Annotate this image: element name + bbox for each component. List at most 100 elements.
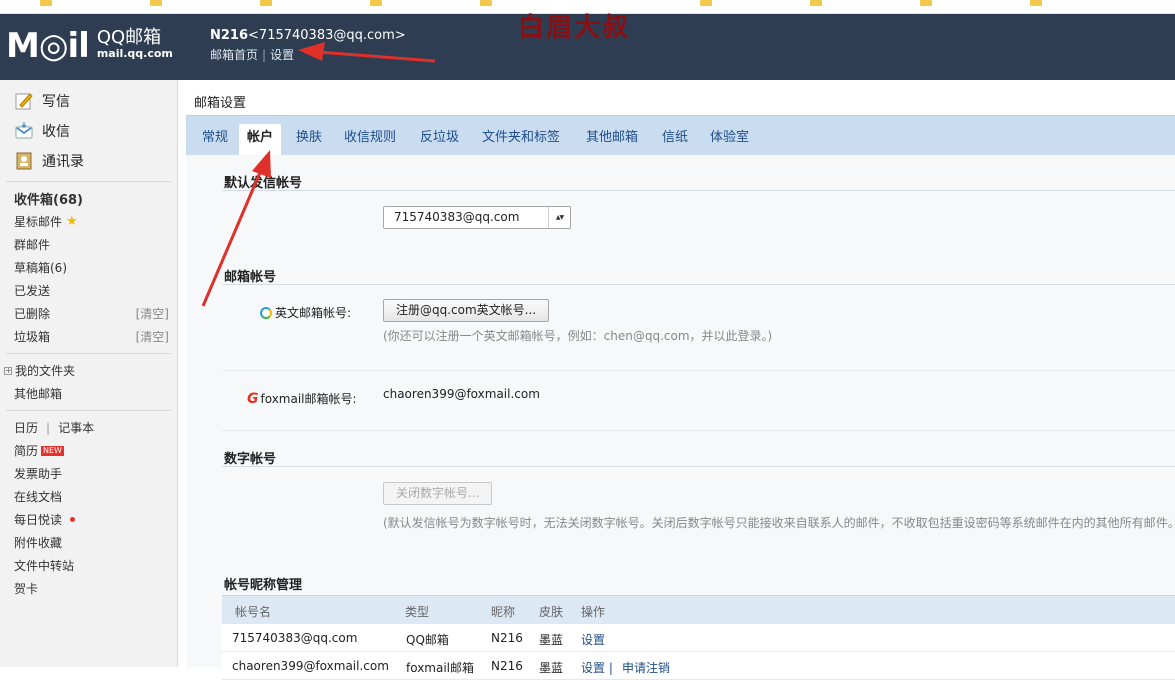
account-cell: 715740383@qq.com — [232, 631, 358, 645]
sidebar-item-label: 每日悦读 — [14, 513, 63, 527]
select-arrows-icon: ▲▼ — [548, 207, 570, 228]
compose-button[interactable]: 写信 — [0, 86, 177, 116]
sidebar-item-label: 草稿箱(6) — [14, 261, 67, 275]
bookmark-folder-icon[interactable] — [810, 0, 822, 6]
sidebar-item-calendar[interactable]: 日历 — [14, 419, 38, 436]
unread-dot-icon — [70, 517, 76, 522]
column-header-actions: 操作 — [581, 605, 606, 619]
bookmark-folder-icon[interactable] — [480, 0, 492, 6]
main-content: 邮箱设置 常规 帐户 换肤 收信规则 反垃圾 文件夹和标签 其他邮箱 信纸 体验… — [178, 80, 1175, 680]
sidebar-item-spam[interactable]: 垃圾箱 [清空] — [0, 325, 177, 348]
sidebar-item-label: 文件中转站 — [14, 559, 75, 573]
bookmark-folder-icon[interactable] — [40, 0, 52, 6]
nickname-cell: N216 — [491, 631, 523, 645]
tab-general[interactable]: 常规 — [194, 124, 236, 156]
sidebar-item-label: 已删除 — [14, 307, 51, 321]
nickname-table-header: 帐号名 类型 昵称 皮肤 操作 — [222, 595, 1175, 624]
bookmark-folder-icon[interactable] — [1030, 0, 1042, 6]
tab-skin[interactable]: 换肤 — [288, 124, 330, 156]
star-icon: ★ — [66, 214, 78, 229]
logo-mark: M◎il — [6, 26, 90, 66]
sidebar-item-file-transfer[interactable]: 文件中转站 — [0, 554, 177, 577]
sidebar-item-label: 附件收藏 — [14, 536, 63, 550]
sidebar-item-label: 在线文档 — [14, 490, 63, 504]
sidebar-item-other-mailboxes[interactable]: 其他邮箱 — [0, 382, 177, 405]
sidebar-item-attachments[interactable]: 附件收藏 — [0, 531, 177, 554]
tab-stationery[interactable]: 信纸 — [654, 124, 696, 156]
section-title-digital-account: 数字帐号 — [224, 452, 277, 467]
bookmark-folder-icon[interactable] — [260, 0, 272, 6]
compose-icon — [15, 93, 33, 110]
row-deregister-link[interactable]: 申请注销 — [622, 659, 670, 676]
qq-mail-logo[interactable]: M◎il QQ邮箱 mail.qq.com — [6, 28, 173, 64]
sidebar-item-drafts[interactable]: 草稿箱(6) — [0, 256, 177, 279]
sidebar-item-invoice[interactable]: 发票助手 — [0, 462, 177, 485]
type-cell: foxmail邮箱 — [406, 661, 475, 675]
settings-link[interactable]: 设置 — [270, 48, 294, 62]
sidebar-item-sent[interactable]: 已发送 — [0, 279, 177, 302]
column-header-type: 类型 — [405, 605, 430, 619]
sidebar: 写信 收信 通讯录 收件箱(68) 星标邮件 ★ 群邮件 草稿箱(6) 已发送 已… — [0, 80, 178, 667]
contacts-button[interactable]: 通讯录 — [0, 146, 177, 176]
sidebar-item-daily-reading[interactable]: 每日悦读 — [0, 508, 177, 531]
bookmark-folder-icon[interactable] — [920, 0, 932, 6]
receive-button[interactable]: 收信 — [0, 116, 177, 146]
divider — [222, 284, 1175, 285]
empty-spam-link[interactable]: [清空] — [136, 328, 169, 345]
sidebar-item-label: 其他邮箱 — [14, 387, 63, 401]
sidebar-item-my-folders[interactable]: + 我的文件夹 — [0, 359, 177, 382]
divider — [6, 410, 171, 411]
sidebar-item-notes[interactable]: 记事本 — [58, 419, 94, 436]
row-settings-link[interactable]: 设置 | — [581, 659, 613, 676]
sidebar-item-greeting-cards[interactable]: 贺卡 — [0, 577, 177, 600]
close-digital-account-button[interactable]: 关闭数字帐号... — [383, 482, 493, 505]
sidebar-item-starred[interactable]: 星标邮件 ★ — [0, 210, 177, 233]
compose-label: 写信 — [42, 94, 70, 110]
contacts-icon — [16, 152, 32, 170]
divider — [6, 353, 171, 354]
row-settings-link[interactable]: 设置 — [581, 631, 605, 648]
english-account-label-text: 英文邮箱帐号: — [275, 306, 352, 320]
user-nickname: N216 — [210, 28, 249, 43]
foxmail-logo-icon: G — [247, 390, 259, 407]
divider — [222, 370, 1175, 371]
default-sender-select[interactable]: 715740383@qq.com ▲▼ — [383, 206, 571, 229]
user-email: <715740383@qq.com> — [248, 28, 406, 43]
logo-url: mail.qq.com — [96, 47, 173, 60]
tab-other-mailboxes[interactable]: 其他邮箱 — [578, 124, 646, 156]
settings-tab-bar: 常规 帐户 换肤 收信规则 反垃圾 文件夹和标签 其他邮箱 信纸 体验室 — [186, 115, 1175, 156]
sidebar-item-resume[interactable]: 简历 NEW — [0, 439, 177, 462]
skin-cell: 墨蓝 — [539, 633, 564, 647]
section-title-default-sender: 默认发信帐号 — [224, 176, 303, 191]
sidebar-item-inbox[interactable]: 收件箱(68) — [0, 187, 177, 210]
tab-lab[interactable]: 体验室 — [702, 124, 757, 156]
skin-cell: 墨蓝 — [539, 661, 564, 675]
sidebar-item-label: 已发送 — [14, 284, 51, 298]
sidebar-item-label: 发票助手 — [14, 467, 63, 481]
tab-anti-spam[interactable]: 反垃圾 — [412, 124, 467, 156]
tab-folders-labels[interactable]: 文件夹和标签 — [474, 124, 568, 156]
tab-receive-rules[interactable]: 收信规则 — [336, 124, 404, 156]
sidebar-item-deleted[interactable]: 已删除 [清空] — [0, 302, 177, 325]
column-header-nickname: 昵称 — [491, 605, 516, 619]
user-info: N216<715740383@qq.com> 邮箱首页 | 设置 — [210, 28, 406, 64]
register-english-account-button[interactable]: 注册@qq.com英文帐号... — [383, 299, 550, 322]
expand-icon[interactable]: + — [4, 366, 12, 375]
english-account-hint: (你还可以注册一个英文邮箱帐号，例如：chen@qq.com，并以此登录。) — [383, 329, 773, 343]
empty-deleted-link[interactable]: [清空] — [136, 305, 169, 322]
sidebar-item-label: 收件箱(68) — [14, 193, 83, 208]
sidebar-item-label: 我的文件夹 — [15, 364, 76, 378]
bookmark-folder-icon[interactable] — [700, 0, 712, 6]
mailbox-home-link[interactable]: 邮箱首页 — [210, 48, 258, 62]
type-cell: QQ邮箱 — [406, 633, 449, 647]
nickname-cell: N216 — [491, 659, 523, 673]
tab-account[interactable]: 帐户 — [239, 124, 282, 156]
sidebar-item-online-docs[interactable]: 在线文档 — [0, 485, 177, 508]
bookmark-folder-icon[interactable] — [370, 0, 382, 6]
logo-name: QQ邮箱 — [96, 27, 162, 48]
section-title-mail-accounts: 邮箱帐号 — [224, 270, 277, 285]
contacts-label: 通讯录 — [42, 154, 84, 170]
bookmark-folder-icon[interactable] — [150, 0, 162, 6]
sidebar-item-group-mail[interactable]: 群邮件 — [0, 233, 177, 256]
qq-logo-icon — [260, 306, 272, 319]
